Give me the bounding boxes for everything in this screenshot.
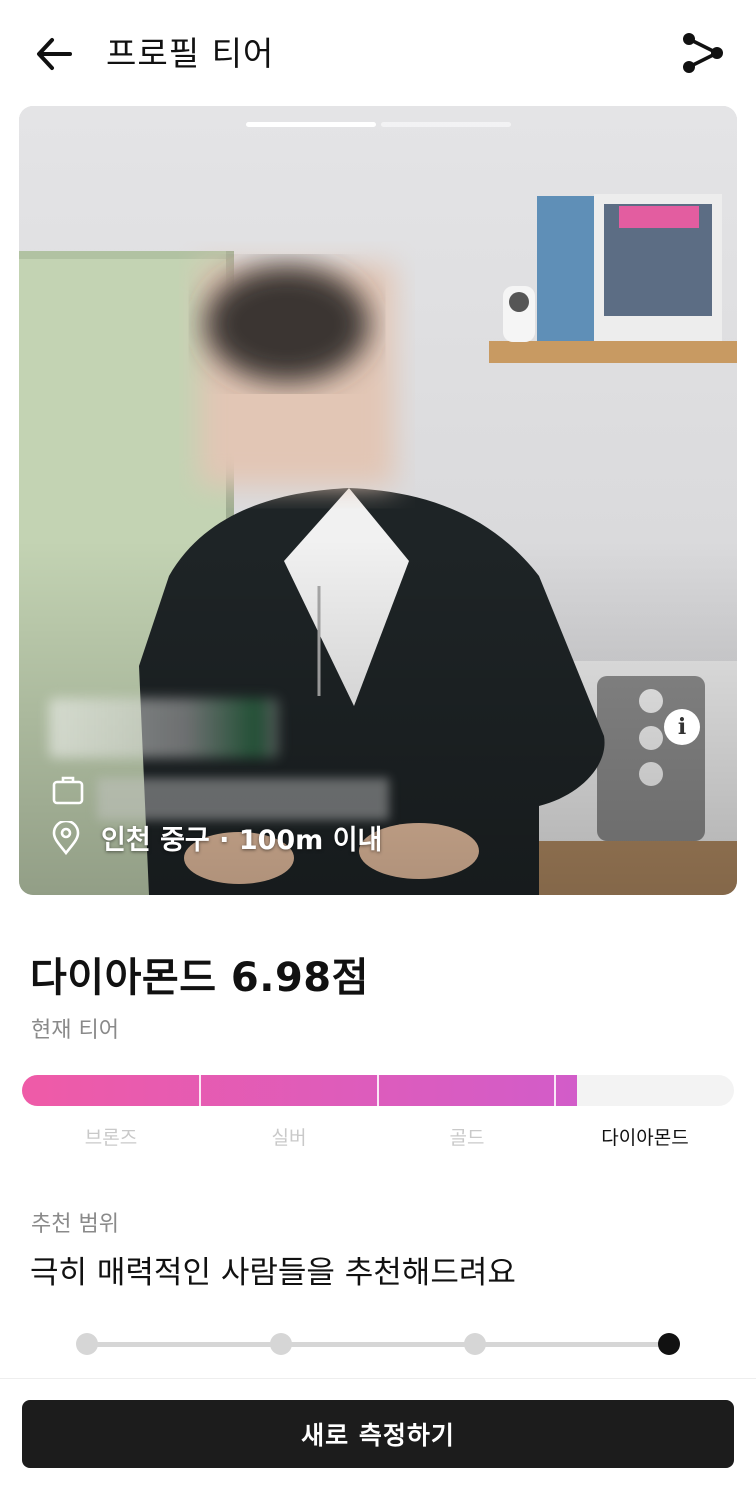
share-button[interactable] xyxy=(676,28,730,78)
recommendation-description: 극히 매력적인 사람들을 추천해드려요 xyxy=(30,1255,516,1291)
job-row xyxy=(51,773,85,807)
profile-photo xyxy=(19,106,737,895)
current-tier-label: 현재 티어 xyxy=(31,1018,119,1043)
profile-photo-card[interactable]: i 인천 중구 · 100m 이내 xyxy=(19,106,737,895)
tier-divider xyxy=(554,1075,556,1106)
tier-gold-label: 골드 xyxy=(449,1127,485,1149)
tier-diamond-label: 다이아몬드 xyxy=(601,1127,689,1149)
back-button[interactable] xyxy=(30,30,78,78)
remeasure-button[interactable]: 새로 측정하기 xyxy=(22,1400,734,1468)
tier-progress-fill xyxy=(22,1075,578,1106)
location-row: 인천 중구 · 100m 이내 xyxy=(51,818,382,857)
story-progress-next xyxy=(381,122,511,127)
tier-silver-label: 실버 xyxy=(271,1127,307,1149)
blurred-name xyxy=(49,698,279,758)
recommendation-slider-track[interactable] xyxy=(86,1342,669,1347)
share-icon xyxy=(683,33,723,73)
briefcase-icon xyxy=(52,776,84,805)
tier-score-title: 다이아몬드 6.98점 xyxy=(30,955,369,1001)
tier-divider xyxy=(377,1075,379,1106)
story-progress-active xyxy=(246,122,376,127)
top-app-bar: 프로필 티어 xyxy=(0,0,756,106)
tier-divider xyxy=(199,1075,201,1106)
location-text: 인천 중구 · 100m 이내 xyxy=(101,825,383,856)
map-pin-icon xyxy=(52,820,80,855)
recommendation-range-label: 추천 범위 xyxy=(31,1212,119,1237)
slider-step-4[interactable] xyxy=(658,1333,680,1355)
tier-bronze-label: 브론즈 xyxy=(84,1127,138,1149)
slider-step-1[interactable] xyxy=(76,1333,98,1355)
page-title: 프로필 티어 xyxy=(106,34,275,73)
info-button[interactable]: i xyxy=(664,709,700,745)
blurred-job xyxy=(97,778,389,820)
slider-step-3[interactable] xyxy=(464,1333,486,1355)
tier-progress-bar xyxy=(22,1075,734,1106)
slider-step-2[interactable] xyxy=(270,1333,292,1355)
arrow-left-icon xyxy=(37,38,72,70)
bottom-divider xyxy=(0,1378,756,1379)
